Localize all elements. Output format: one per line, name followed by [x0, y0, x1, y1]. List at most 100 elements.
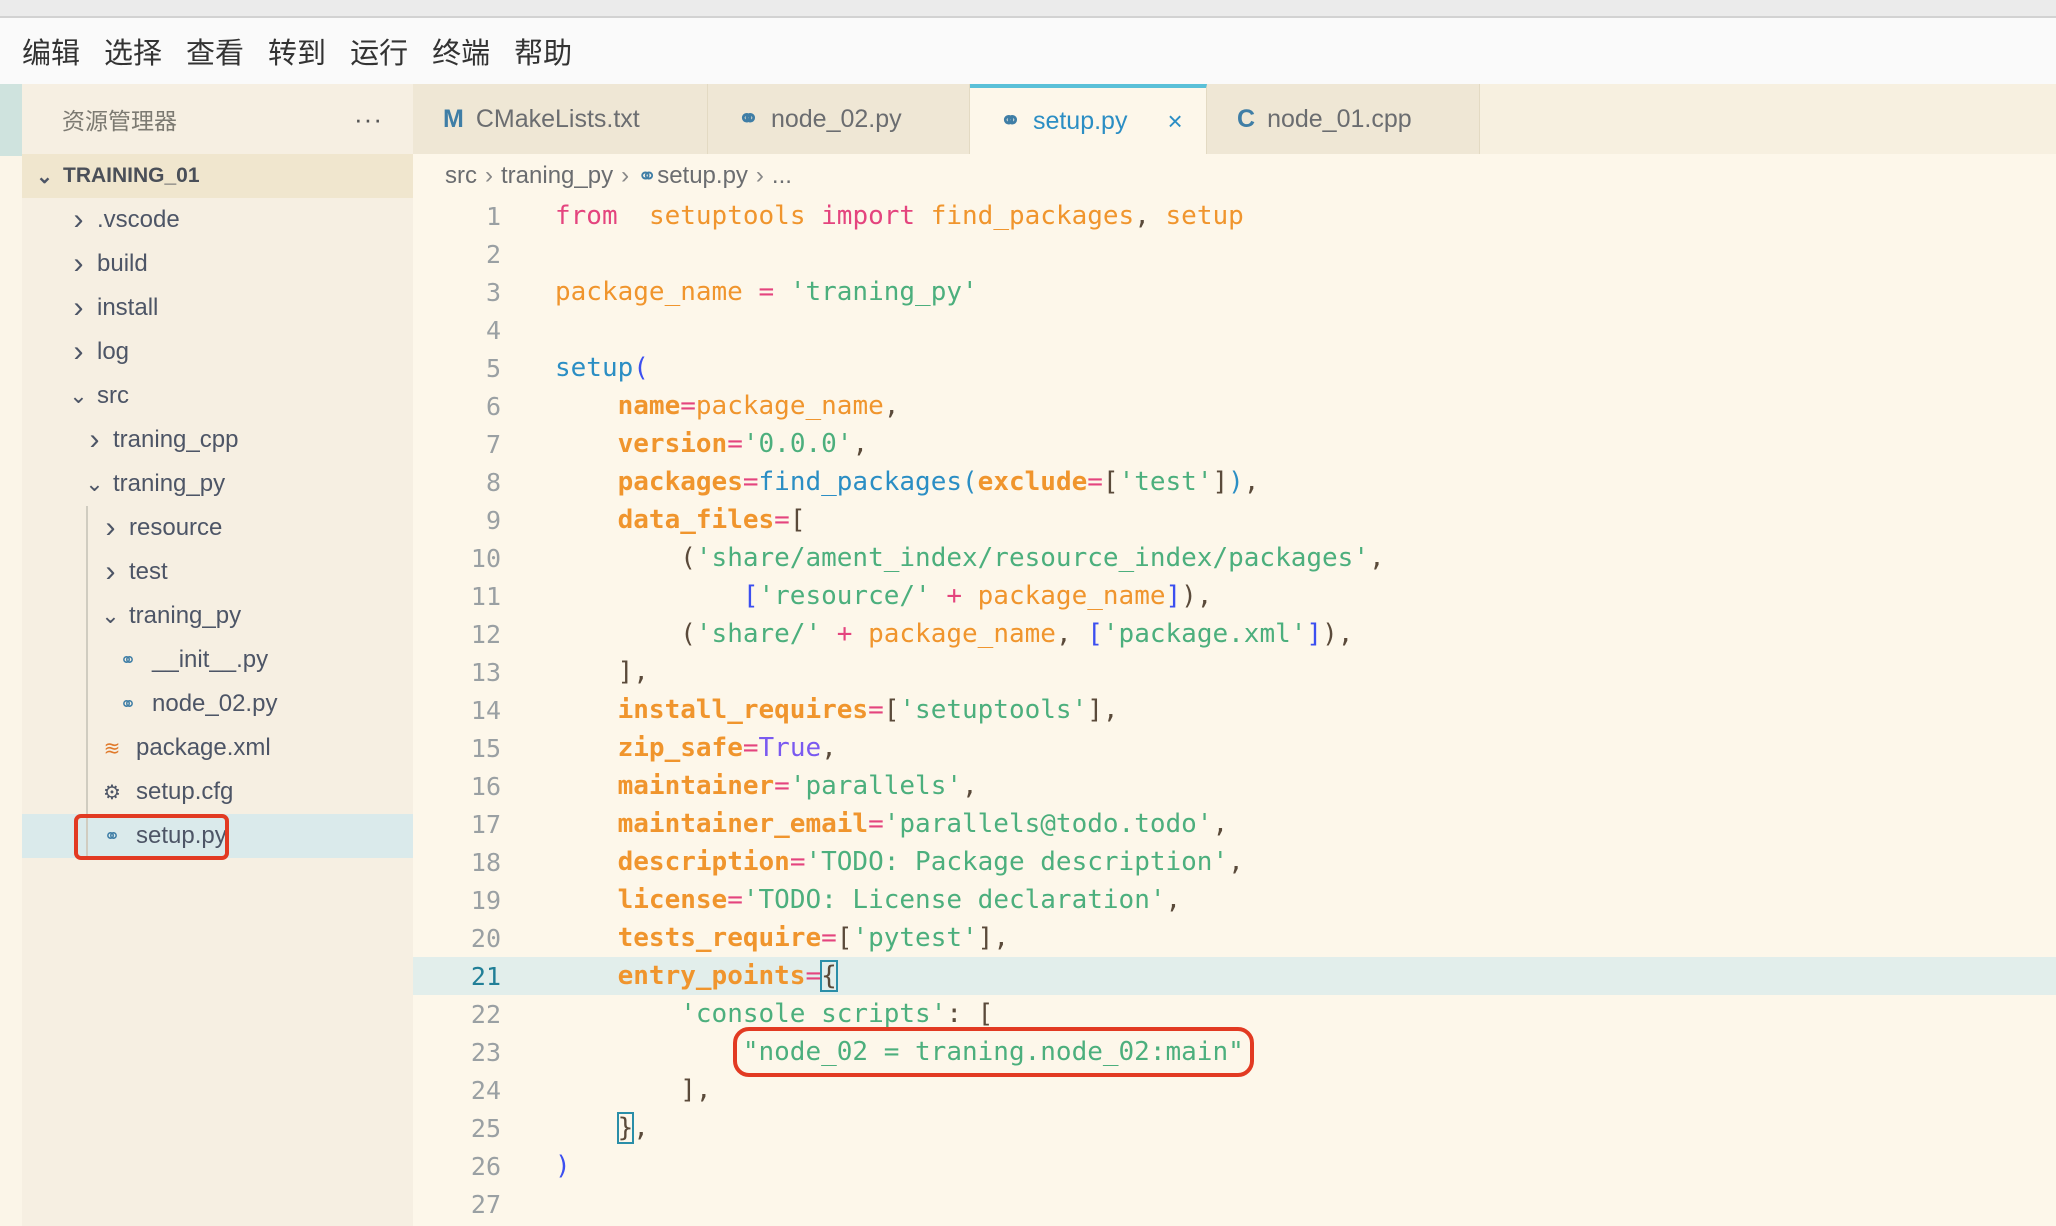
line-number: 14	[470, 695, 501, 725]
code-token: ],	[977, 923, 1009, 953]
tree-item[interactable]: ≋ package.xml	[22, 726, 413, 770]
code-line[interactable]: 2	[413, 235, 2056, 273]
code-line[interactable]: 16 maintainer='parallels',	[413, 767, 2056, 805]
code-token: packages	[617, 467, 743, 497]
line-number: 19	[470, 885, 501, 915]
tree-item[interactable]: ⚭ node_02.py	[22, 682, 413, 726]
chevron-right-icon: ›	[89, 423, 100, 456]
tree-item[interactable]: › resource	[22, 506, 413, 550]
menu-item[interactable]: 终端	[432, 30, 490, 72]
indent-guide	[86, 638, 88, 682]
rss-icon: ≋	[103, 737, 121, 760]
tree-item[interactable]: › install	[22, 286, 413, 330]
code-line[interactable]: 26)	[413, 1147, 2056, 1185]
code-content: version='0.0.0',	[555, 429, 868, 459]
workspace-root[interactable]: ⌄ TRAINING_01	[22, 154, 413, 198]
more-actions-icon[interactable]: ···	[354, 104, 383, 135]
code-line[interactable]: 3 package_name = 'traning_py'	[413, 273, 2056, 311]
code-line[interactable]: 1 from setuptools import find_packages, s…	[413, 197, 2056, 235]
code-line[interactable]: 19 license='TODO: License declaration',	[413, 881, 2056, 919]
code-line[interactable]: 18 description='TODO: Package descriptio…	[413, 843, 2056, 881]
breadcrumb-item[interactable]: ...	[772, 162, 792, 190]
code-line[interactable]: 12 ('share/' + package_name, ['package.x…	[413, 615, 2056, 653]
line-number: 17	[470, 809, 501, 839]
code-line[interactable]: 7 version='0.0.0',	[413, 425, 2056, 463]
code-token: =	[774, 505, 790, 535]
window-title-bar	[0, 0, 2056, 18]
code-line[interactable]: 5 setup(	[413, 349, 2056, 387]
line-number: 18	[470, 847, 501, 877]
code-line[interactable]: 6 name=package_name,	[413, 387, 2056, 425]
breadcrumb-item[interactable]: src	[445, 162, 477, 190]
code-content: license='TODO: License declaration',	[555, 885, 1182, 915]
indent-guide	[86, 770, 88, 814]
line-number: 25	[470, 1113, 501, 1143]
menu-item[interactable]: 帮助	[514, 30, 572, 72]
breadcrumb-item[interactable]: traning_py	[501, 162, 613, 190]
close-icon[interactable]: ×	[1167, 106, 1182, 137]
indent-guide	[86, 550, 88, 594]
code-token: ),	[1322, 619, 1354, 649]
tree-item[interactable]: › test	[22, 550, 413, 594]
code-content: ],	[555, 657, 649, 687]
code-content: },	[555, 1112, 649, 1144]
tree-item[interactable]: ⌄ src	[22, 374, 413, 418]
tree-item[interactable]: › log	[22, 330, 413, 374]
tree-item[interactable]: › traning_cpp	[22, 418, 413, 462]
code-line[interactable]: 11 ['resource/' + package_name]),	[413, 577, 2056, 615]
tab-setup-py[interactable]: ⚭ setup.py ×	[970, 84, 1207, 154]
code-token: =	[727, 885, 743, 915]
chevron-right-icon: ›	[105, 511, 116, 544]
code-line[interactable]: 9 data_files=[	[413, 501, 2056, 539]
menu-item[interactable]: 选择	[104, 30, 162, 72]
selected-file-highlight-box	[74, 814, 229, 860]
code-line[interactable]: 25 },	[413, 1109, 2056, 1147]
code-line[interactable]: 10 ('share/ament_index/resource_index/pa…	[413, 539, 2056, 577]
code-token: ,	[852, 429, 869, 459]
code-line[interactable]: 4	[413, 311, 2056, 349]
code-token: =	[868, 809, 884, 839]
code-token: 'console_scripts'	[680, 999, 947, 1029]
code-line[interactable]: 22 'console_scripts': [	[413, 995, 2056, 1033]
menu-item[interactable]: 查看	[186, 30, 244, 72]
menu-item[interactable]: 转到	[268, 30, 326, 72]
menu-item[interactable]: 运行	[350, 30, 408, 72]
menu-item[interactable]: 编辑	[22, 30, 80, 72]
code-token: data_files	[617, 505, 775, 535]
code-line[interactable]: 14 install_requires=['setuptools'],	[413, 691, 2056, 729]
tree-item[interactable]: ⌄ traning_py	[22, 462, 413, 506]
tree-item[interactable]: ⌄ traning_py	[22, 594, 413, 638]
code-content: tests_require=['pytest'],	[555, 923, 1009, 953]
code-token: =	[1087, 467, 1103, 497]
code-line[interactable]: 13 ],	[413, 653, 2056, 691]
tree-item[interactable]: › .vscode	[22, 198, 413, 242]
code-token: 'setuptools'	[899, 695, 1088, 725]
code-token: tests_require	[617, 923, 822, 953]
tab-cmakelists-txt[interactable]: M CMakeLists.txt	[413, 84, 708, 154]
code-content: ('share/ament_index/resource_index/packa…	[555, 543, 1384, 573]
breadcrumb-item[interactable]: setup.py	[657, 162, 748, 190]
code-token: ,	[1228, 847, 1244, 877]
code-line[interactable]: 20 tests_require=['pytest'],	[413, 919, 2056, 957]
tab-node_02-py[interactable]: ⚭ node_02.py	[708, 84, 970, 154]
tree-item[interactable]: ⚭ __init__.py	[22, 638, 413, 682]
code-line[interactable]: 15 zip_safe=True,	[413, 729, 2056, 767]
tree-item[interactable]: ⚙ setup.cfg	[22, 770, 413, 814]
code-content: 'console_scripts': [	[555, 999, 993, 1029]
code-line[interactable]: 21 entry_points={	[413, 957, 2056, 995]
python-icon: ⚭	[119, 649, 137, 672]
code-line[interactable]: 17 maintainer_email='parallels@todo.todo…	[413, 805, 2056, 843]
code-line[interactable]: 24 ],	[413, 1071, 2056, 1109]
code-line[interactable]: 27	[413, 1185, 2056, 1223]
explorer-activity-indicator[interactable]	[0, 84, 22, 156]
tab-node_01-cpp[interactable]: Cnode_01.cpp	[1207, 84, 1480, 154]
code-line[interactable]: 23 "node_02 = traning.node_02:main"	[413, 1027, 2056, 1077]
code-line[interactable]: 8 packages=find_packages(exclude=['test'…	[413, 463, 2056, 501]
code-editor[interactable]: 1 from setuptools import find_packages, s…	[413, 197, 2056, 1226]
tree-item[interactable]: › build	[22, 242, 413, 286]
